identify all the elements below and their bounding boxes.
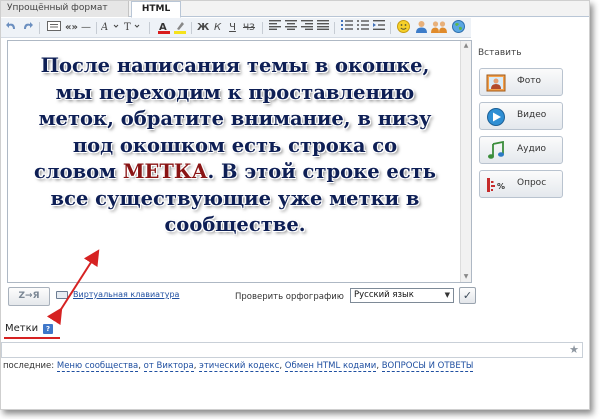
insert-poll-label: Опрос [517, 178, 547, 188]
editor-bottom-bar: Z→Я Виртуальная клавиатура Проверить орф… [7, 284, 476, 309]
keyboard-icon[interactable] [56, 291, 68, 299]
recent-tags: последние: Меню сообщества, от Виктора, … [3, 361, 474, 372]
highlight-color-icon[interactable] [173, 20, 187, 36]
redo-icon[interactable] [21, 20, 33, 36]
recent-tags-label: последние: [3, 361, 55, 371]
underline-button[interactable]: Ч [227, 20, 238, 36]
svg-text:T: T [124, 22, 131, 32]
tags-underline-annotation [4, 337, 60, 339]
recent-tag[interactable]: этический кодекс [199, 361, 280, 372]
bold-button[interactable]: Ж [197, 20, 209, 36]
video-icon [486, 107, 506, 127]
spellcheck-button[interactable]: ✓ [459, 287, 476, 304]
dropdown-arrow-icon: ▼ [444, 291, 450, 299]
align-center-icon[interactable] [284, 20, 297, 36]
italic-button[interactable]: К [212, 20, 223, 36]
user-icon[interactable] [414, 20, 428, 36]
selected-language: Русский язык [354, 290, 414, 300]
insert-audio-button[interactable]: Аудио [479, 136, 563, 164]
checkmark-icon: ✓ [462, 289, 473, 302]
editor-window: Упрощённый формат HTML «» — A T A Ж К Ч … [0, 0, 590, 410]
font-family-icon[interactable]: A [100, 20, 121, 36]
insert-photo-button[interactable]: Фото [479, 68, 563, 96]
editor-toolbar: «» — A T A Ж К Ч ЧЗ [1, 18, 471, 38]
svg-text:A: A [101, 22, 108, 32]
recent-tag[interactable]: от Виктора [143, 361, 194, 372]
post-body-editor[interactable]: После написания темы в окошке, мы перехо… [7, 40, 472, 283]
tab-simple-format[interactable]: Упрощённый формат [1, 1, 129, 17]
virtual-keyboard-link[interactable]: Виртуальная клавиатура [73, 290, 179, 299]
tags-input[interactable]: ★ [1, 342, 583, 358]
recent-tag[interactable]: Обмен HTML кодами [284, 361, 377, 372]
align-left-icon[interactable] [268, 20, 281, 36]
bullet-list-icon[interactable] [356, 20, 369, 36]
recent-tag[interactable]: Меню сообщества [56, 361, 139, 372]
spellcheck-label: Проверить орфографию [235, 292, 344, 302]
indent-icon[interactable] [372, 20, 385, 36]
editor-scrollbar[interactable]: ▲ ▼ [460, 41, 471, 282]
numbered-list-icon[interactable] [340, 20, 353, 36]
transliterate-button[interactable]: Z→Я [8, 287, 50, 306]
tutorial-message: После написания темы в окошке, мы перехо… [33, 54, 437, 236]
globe-link-icon[interactable] [451, 20, 465, 36]
keyword-metka: МЕТКА [122, 160, 208, 183]
smiley-icon[interactable] [396, 20, 410, 36]
align-right-icon[interactable] [300, 20, 313, 36]
recent-tag[interactable]: ВОПРОСЫ И ОТВЕТЫ [381, 361, 474, 372]
help-icon[interactable]: ? [43, 324, 53, 334]
align-justify-icon[interactable] [316, 20, 329, 36]
spellcheck-language-select[interactable]: Русский язык ▼ [350, 288, 454, 303]
horizontal-rule-icon[interactable]: — [80, 20, 92, 36]
star-icon[interactable]: ★ [569, 343, 579, 357]
insert-video-button[interactable]: Видео [479, 102, 563, 130]
format-tabs: Упрощённый формат HTML [1, 1, 589, 18]
text-color-icon[interactable]: A [157, 20, 171, 36]
insert-special-char-icon[interactable] [47, 20, 61, 36]
photo-icon [486, 73, 506, 93]
poll-chart-icon: % [486, 175, 506, 195]
insert-audio-label: Аудио [517, 144, 547, 154]
music-note-icon [486, 140, 506, 161]
insert-panel-title: Вставить [478, 48, 522, 58]
insert-video-label: Видео [517, 110, 547, 120]
scroll-down-icon[interactable]: ▼ [462, 273, 470, 281]
tab-html[interactable]: HTML [131, 1, 181, 18]
quote-icon[interactable]: «» [65, 20, 78, 36]
strikethrough-button[interactable]: ЧЗ [241, 20, 257, 36]
community-icon[interactable] [431, 20, 447, 36]
insert-photo-label: Фото [517, 76, 542, 86]
insert-poll-button[interactable]: % Опрос [479, 170, 563, 198]
undo-icon[interactable] [6, 20, 18, 36]
svg-text:%: % [497, 182, 505, 191]
scroll-up-icon[interactable]: ▲ [462, 42, 470, 50]
font-size-icon[interactable]: T [124, 20, 144, 36]
tags-label: Метки [5, 323, 39, 334]
